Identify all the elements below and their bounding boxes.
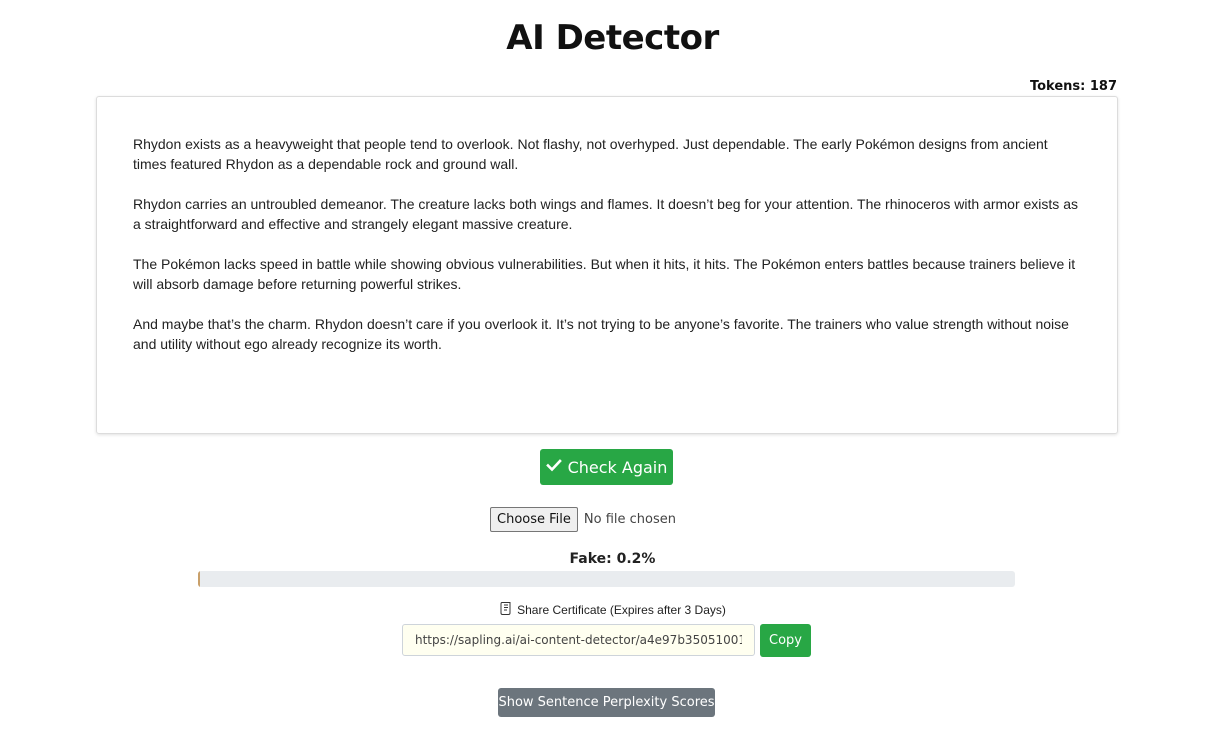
show-perplexity-button[interactable]: Show Sentence Perplexity Scores bbox=[498, 688, 715, 717]
share-certificate: Share Certificate (Expires after 3 Days) bbox=[0, 601, 1225, 619]
check-icon bbox=[545, 457, 562, 477]
page-title: AI Detector bbox=[506, 18, 719, 58]
share-url-input[interactable] bbox=[402, 624, 755, 656]
text-input-area[interactable]: Rhydon exists as a heavyweight that peop… bbox=[96, 96, 1118, 434]
text-paragraph: Rhydon exists as a heavyweight that peop… bbox=[133, 136, 1048, 172]
choose-file-button[interactable]: Choose File bbox=[490, 506, 578, 532]
fake-score-progress-bar bbox=[198, 571, 1015, 587]
copy-button[interactable]: Copy bbox=[760, 624, 811, 657]
fake-score-label: Fake: 0.2% bbox=[569, 551, 656, 567]
text-paragraph: And maybe that’s the charm. Rhydon doesn… bbox=[133, 316, 1069, 352]
share-certificate-label: Share Certificate (Expires after 3 Days) bbox=[517, 603, 726, 617]
check-again-button[interactable]: Check Again bbox=[540, 449, 673, 485]
text-paragraph: The Pokémon lacks speed in battle while … bbox=[133, 256, 1076, 292]
file-status: No file chosen bbox=[583, 511, 676, 527]
progress-fill bbox=[198, 571, 200, 587]
token-count: Tokens: 187 bbox=[1029, 79, 1117, 94]
scroll-icon bbox=[499, 601, 513, 619]
check-again-label: Check Again bbox=[567, 457, 668, 477]
file-upload: Choose File No file chosen bbox=[490, 506, 676, 532]
text-paragraph: Rhydon carries an untroubled demeanor. T… bbox=[133, 196, 1078, 232]
